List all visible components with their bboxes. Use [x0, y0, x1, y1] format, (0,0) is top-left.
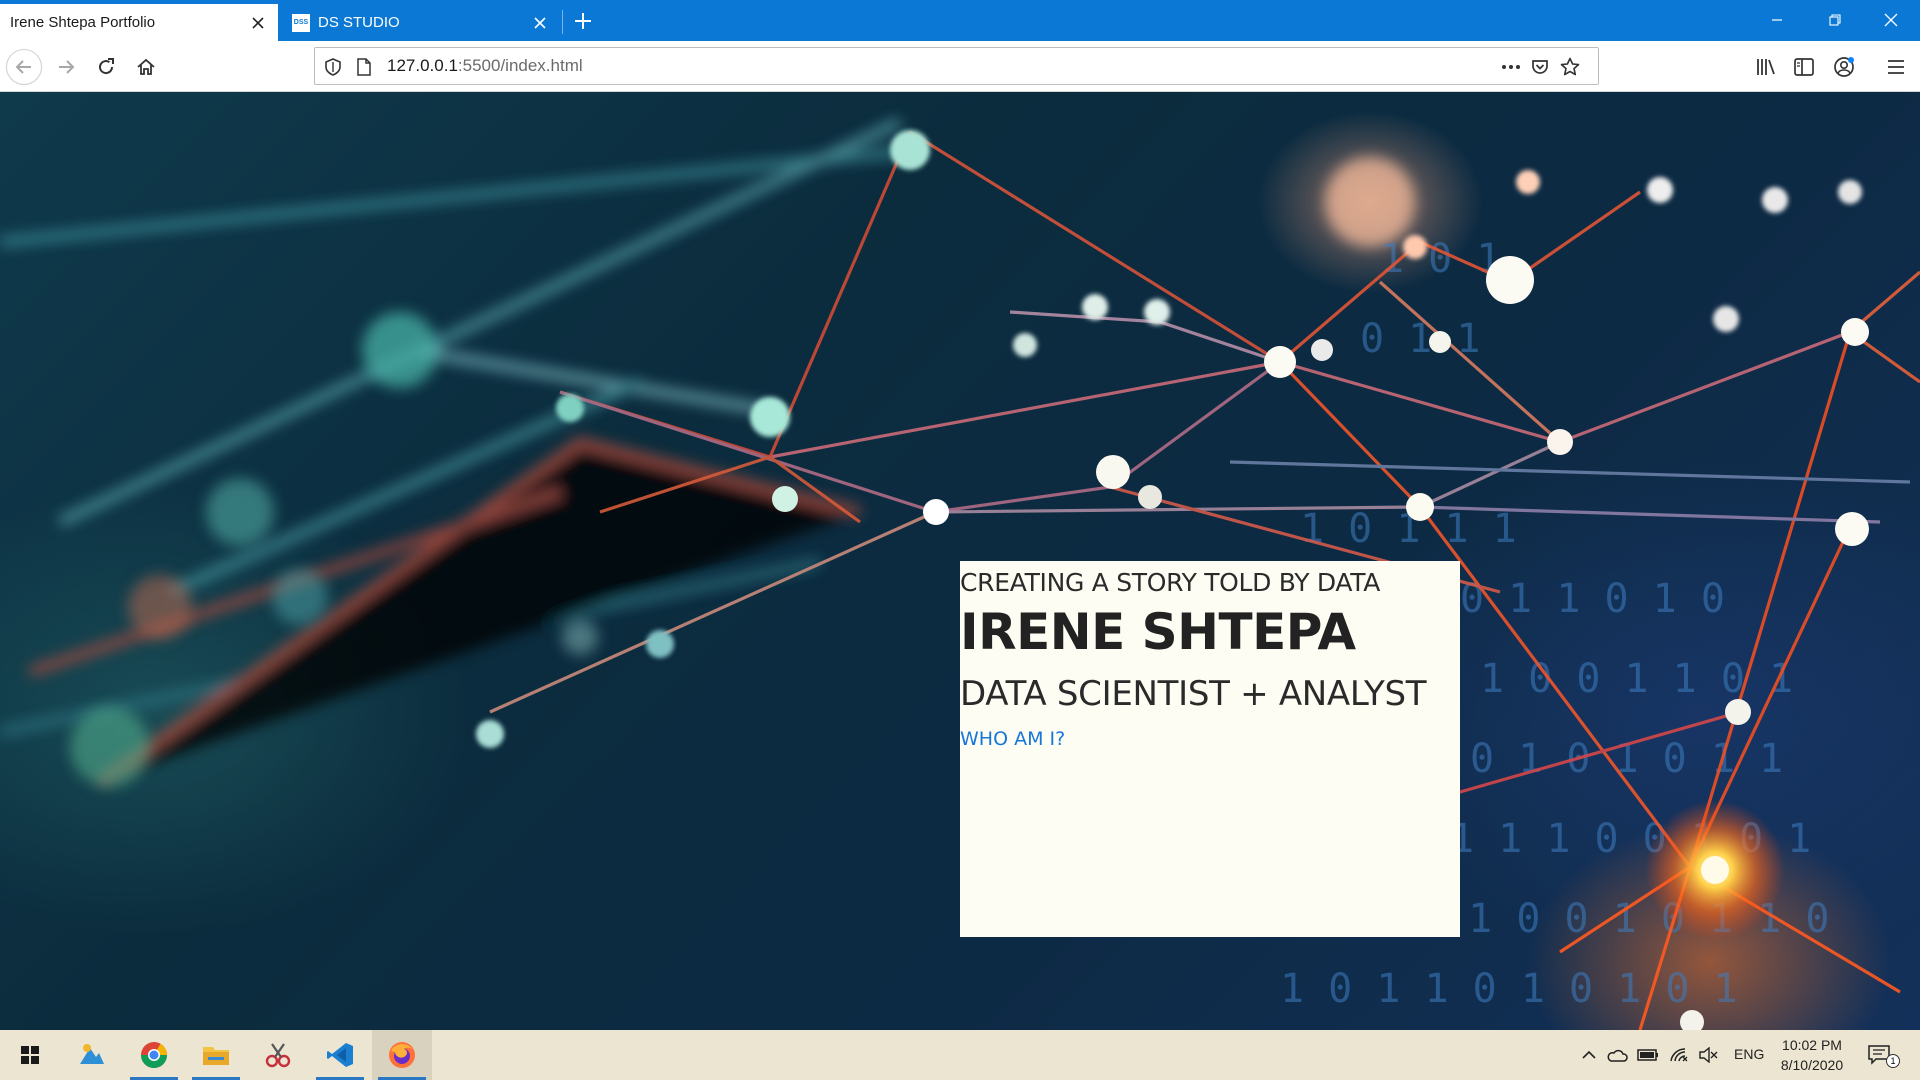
close-tab-icon[interactable] — [248, 13, 268, 33]
forward-arrow-icon[interactable] — [48, 49, 84, 85]
start-icon[interactable] — [0, 1030, 60, 1080]
tab-irene-shtepa-portfolio[interactable]: Irene Shtepa Portfolio — [0, 4, 278, 41]
more-dots-icon[interactable] — [1500, 56, 1522, 78]
input-language-indicator[interactable]: ENG — [1734, 1046, 1764, 1062]
account-icon[interactable] — [1826, 49, 1862, 85]
notification-count-badge: 1 — [1886, 1054, 1900, 1068]
close-window-icon[interactable] — [1868, 4, 1914, 36]
onedrive-cloud-icon[interactable] — [1606, 1044, 1628, 1066]
browser-navbar: 127.0.0.1:5500/index.html — [0, 41, 1920, 92]
minimize-window-icon[interactable] — [1754, 4, 1800, 36]
url-host: 127.0.0.1 — [387, 56, 458, 75]
hamburger-menu-icon[interactable] — [1878, 49, 1914, 85]
snipping-tool-icon[interactable] — [248, 1030, 308, 1080]
star-icon[interactable] — [1559, 56, 1581, 78]
hero-name-heading: IRENE SHTEPA — [960, 603, 1356, 661]
pocket-icon[interactable] — [1529, 56, 1551, 78]
svg-text:1 0 1 1 0 1 0 1 0 1: 1 0 1 1 0 1 0 1 0 1 — [1280, 966, 1738, 1012]
hero-tagline: CREATING A STORY TOLD BY DATA — [960, 568, 1381, 597]
page-info-icon[interactable] — [353, 56, 375, 78]
url-text[interactable]: 127.0.0.1:5500/index.html — [387, 56, 583, 76]
clock-date: 8/10/2020 — [1780, 1057, 1844, 1073]
battery-icon[interactable] — [1637, 1044, 1659, 1066]
close-tab-icon[interactable] — [530, 13, 550, 33]
chrome-icon[interactable] — [124, 1030, 184, 1080]
show-hidden-icons-chevron-icon[interactable] — [1578, 1044, 1600, 1066]
vscode-icon[interactable] — [310, 1030, 370, 1080]
speaker-muted-icon[interactable] — [1697, 1044, 1719, 1066]
file-explorer-icon[interactable] — [186, 1030, 246, 1080]
system-clock[interactable]: 10:02 PM 8/10/2020 — [1770, 1035, 1854, 1075]
firefox-icon[interactable] — [372, 1030, 432, 1080]
url-bar[interactable]: 127.0.0.1:5500/index.html — [314, 47, 1599, 85]
hero-card: CREATING A STORY TOLD BY DATA IRENE SHTE… — [960, 561, 1460, 937]
browser-titlebar: Irene Shtepa Portfolio DSS DS STUDIO — [0, 0, 1920, 41]
clock-time: 10:02 PM — [1782, 1037, 1842, 1053]
hero-role-subtitle: DATA SCIENTIST + ANALYST — [960, 674, 1427, 714]
windows-taskbar: ENG 10:02 PM 8/10/2020 1 — [0, 1030, 1920, 1080]
tab-ds-studio[interactable]: DSS DS STUDIO — [282, 4, 560, 41]
tab-label: Irene Shtepa Portfolio — [10, 14, 156, 31]
tracking-shield-icon[interactable] — [322, 56, 344, 78]
reload-icon[interactable] — [88, 49, 124, 85]
sidebar-icon[interactable] — [1786, 49, 1822, 85]
who-am-i-link[interactable]: WHO AM I? — [960, 728, 1065, 750]
back-arrow-icon[interactable] — [6, 49, 42, 85]
tab-label: DS STUDIO — [318, 14, 400, 31]
photos-app-icon[interactable] — [62, 1030, 122, 1080]
page-viewport: 1 0 1 1 1 0 1 1 0 1 0 1 0 0 1 1 0 1 0 1 … — [0, 92, 1920, 1030]
wifi-icon[interactable] — [1668, 1044, 1690, 1066]
library-icon[interactable] — [1748, 49, 1784, 85]
ds-studio-favicon-icon: DSS — [292, 13, 310, 32]
restore-window-icon[interactable] — [1812, 4, 1858, 36]
home-icon[interactable] — [128, 49, 164, 85]
url-path: :5500/index.html — [457, 56, 583, 75]
new-tab-plus-icon[interactable] — [570, 8, 596, 34]
tab-divider — [562, 10, 563, 34]
